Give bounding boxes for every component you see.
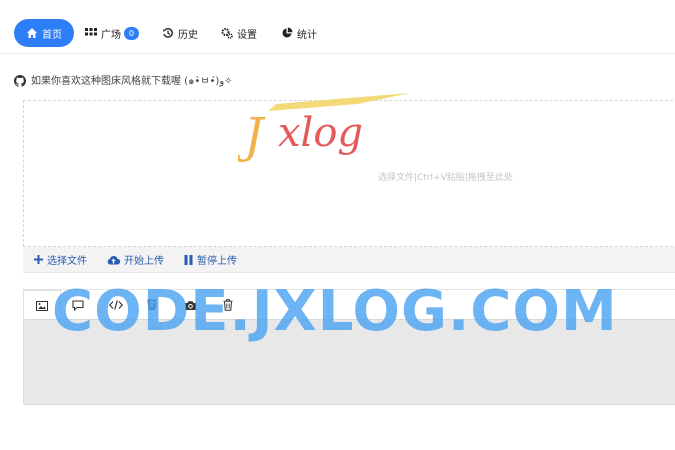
pause-upload-button[interactable]: 暂停上传 <box>184 252 237 267</box>
nav-settings[interactable]: 设置 <box>221 19 257 47</box>
jxlog-logo: J xlog <box>238 93 410 164</box>
start-upload-button[interactable]: 开始上传 <box>107 252 164 267</box>
image-icon <box>36 300 48 311</box>
upload-toolbar: 选择文件 开始上传 暂停上传 <box>23 247 675 273</box>
nav-stats[interactable]: 统计 <box>281 19 317 47</box>
drop-hint: 选择文件|Ctrl+V粘贴|拖拽至此处 <box>378 173 513 183</box>
nav-settings-label: 设置 <box>237 29 257 41</box>
logo-text-rest: xlog <box>278 110 363 156</box>
choose-file-label: 选择文件 <box>47 256 87 267</box>
nav-square-label: 广场 <box>101 29 121 41</box>
pause-upload-label: 暂停上传 <box>197 256 237 267</box>
github-line-text: 如果你喜欢这种图床风格就下载喔 (๑•̀ㅂ•́)و✧ <box>31 76 233 87</box>
nav-history-label: 历史 <box>178 29 198 41</box>
plus-icon <box>34 255 43 264</box>
nav-stats-label: 统计 <box>297 29 317 41</box>
watermark-text: CODE.JXLOG.COM <box>52 279 618 344</box>
gears-icon <box>221 28 233 39</box>
nav-square-badge: 0 <box>124 26 139 40</box>
logo-text-j: J <box>238 108 266 164</box>
nav-history[interactable]: 历史 <box>162 19 198 47</box>
github-icon <box>14 74 26 87</box>
pie-chart-icon <box>282 27 293 38</box>
grid-icon <box>85 28 97 36</box>
cloud-upload-icon <box>107 255 120 265</box>
nav-home[interactable]: 首页 <box>14 19 74 47</box>
home-icon <box>27 28 37 38</box>
nav-home-label: 首页 <box>42 29 62 41</box>
history-icon <box>163 28 173 38</box>
choose-file-button[interactable]: 选择文件 <box>34 252 87 267</box>
github-link[interactable]: 如果你喜欢这种图床风格就下载喔 (๑•̀ㅂ•́)و✧ <box>14 72 233 89</box>
start-upload-label: 开始上传 <box>124 256 164 267</box>
top-nav: 首页 广场 0 历史 设置 统计 <box>0 0 675 54</box>
nav-square[interactable]: 广场 0 <box>85 19 139 47</box>
pause-icon <box>184 254 193 265</box>
